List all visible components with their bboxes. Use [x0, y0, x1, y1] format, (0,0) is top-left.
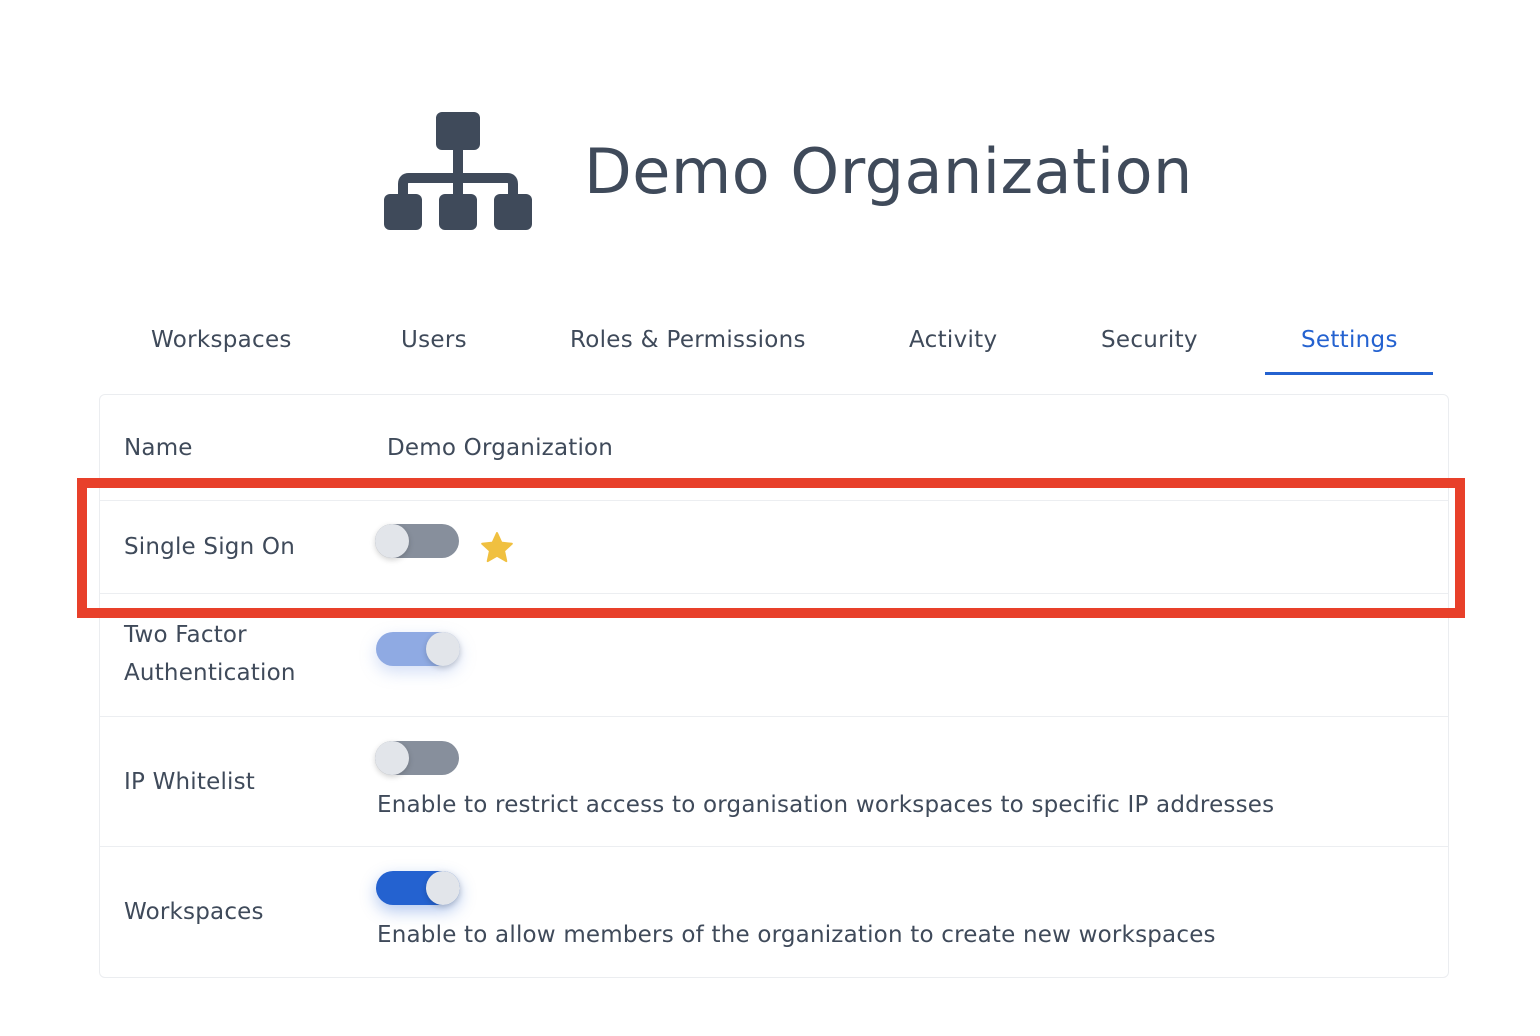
toggle-knob	[426, 632, 460, 666]
ip-whitelist-description: Enable to restrict access to organisatio…	[377, 792, 1275, 818]
org-header: Demo Organization	[384, 112, 1193, 232]
settings-row-workspaces: Workspaces Enable to allow members of th…	[100, 847, 1448, 977]
ip-whitelist-toggle[interactable]	[375, 741, 459, 775]
toggle-knob	[426, 871, 460, 905]
tab-settings[interactable]: Settings	[1301, 318, 1398, 362]
settings-row-sso: Single Sign On	[100, 501, 1448, 594]
name-value: Demo Organization	[387, 435, 614, 461]
toggle-knob	[375, 524, 409, 558]
sso-label: Single Sign On	[124, 534, 295, 560]
settings-row-two-factor: Two Factor Authentication	[100, 594, 1448, 717]
two-factor-toggle[interactable]	[376, 632, 460, 666]
tab-activity[interactable]: Activity	[909, 318, 997, 362]
two-factor-label-line1: Two Factor	[124, 622, 247, 648]
active-tab-indicator	[1265, 372, 1433, 375]
two-factor-label-line2: Authentication	[124, 660, 296, 686]
toggle-knob	[375, 741, 409, 775]
settings-row-ip-whitelist: IP Whitelist Enable to restrict access t…	[100, 717, 1448, 847]
ip-whitelist-label: IP Whitelist	[124, 769, 256, 795]
organization-settings-page: Demo Organization Workspaces Users Roles…	[0, 0, 1540, 1036]
workspaces-label: Workspaces	[124, 899, 264, 925]
name-label: Name	[124, 435, 193, 461]
page-title: Demo Organization	[584, 135, 1193, 208]
tab-security[interactable]: Security	[1101, 318, 1198, 362]
tab-bar: Workspaces Users Roles & Permissions Act…	[118, 318, 1458, 378]
tab-workspaces[interactable]: Workspaces	[151, 318, 292, 362]
tab-roles-permissions[interactable]: Roles & Permissions	[570, 318, 806, 362]
settings-card: Name Demo Organization Single Sign On Tw…	[99, 394, 1449, 978]
organization-icon	[384, 112, 532, 230]
workspaces-toggle[interactable]	[376, 871, 460, 905]
star-icon	[481, 532, 513, 563]
sso-toggle[interactable]	[375, 524, 459, 558]
workspaces-description: Enable to allow members of the organizat…	[377, 922, 1216, 948]
settings-row-name: Name Demo Organization	[100, 395, 1448, 501]
tab-users[interactable]: Users	[401, 318, 467, 362]
